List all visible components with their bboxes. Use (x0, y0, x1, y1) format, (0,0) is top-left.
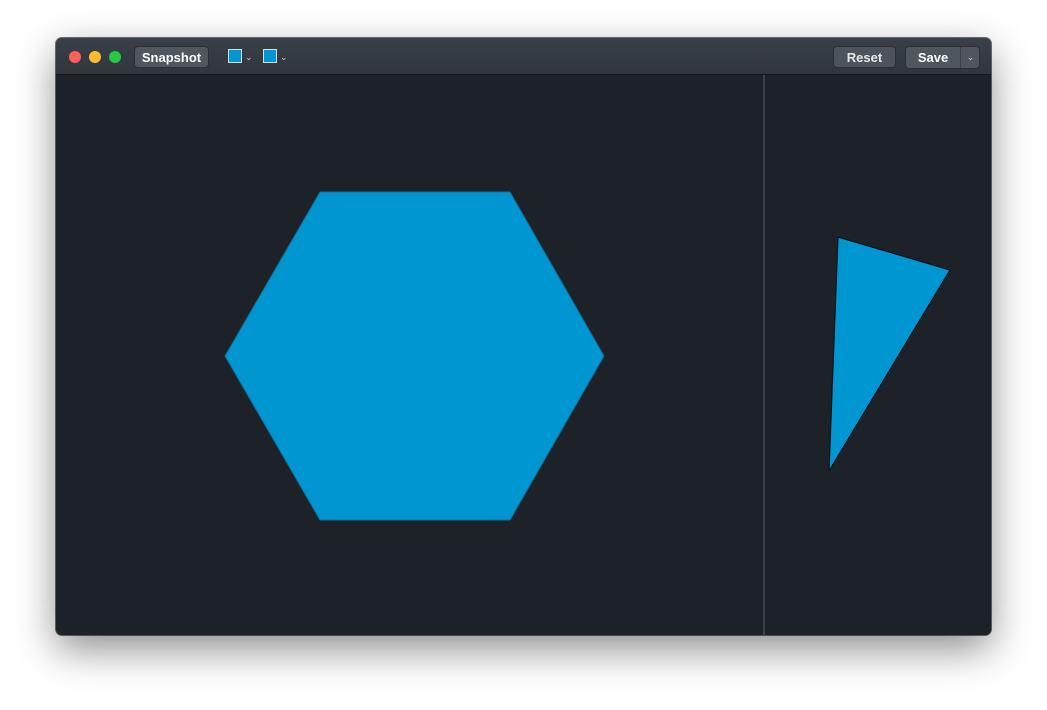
save-button[interactable]: Save (906, 47, 960, 68)
triangle-shape[interactable] (828, 236, 951, 472)
save-menu-chevron-down-icon[interactable]: ⌄ (960, 47, 979, 68)
minimize-window-button[interactable] (89, 51, 101, 63)
maximize-window-button[interactable] (109, 51, 121, 63)
drawing-canvas[interactable] (56, 75, 991, 635)
canvas-svg (224, 75, 951, 635)
fill-color-picker[interactable]: ⌄ (228, 49, 256, 65)
reset-button[interactable]: Reset (833, 46, 896, 68)
chevron-down-icon: ⌄ (245, 52, 253, 62)
chevron-down-icon: ⌄ (280, 52, 288, 62)
stroke-color-picker[interactable]: ⌄ (263, 49, 291, 65)
fill-color-swatch-icon (228, 49, 242, 63)
snapshot-button[interactable]: Snapshot (134, 46, 209, 68)
save-button-group: Save ⌄ (905, 46, 980, 69)
title-bar: Snapshot ⌄ ⌄ Reset Save ⌄ (56, 38, 991, 75)
app-window: Snapshot ⌄ ⌄ Reset Save ⌄ (56, 38, 991, 635)
hexagon-shape[interactable] (224, 191, 605, 521)
stroke-color-swatch-icon (263, 49, 277, 63)
close-window-button[interactable] (69, 51, 81, 63)
